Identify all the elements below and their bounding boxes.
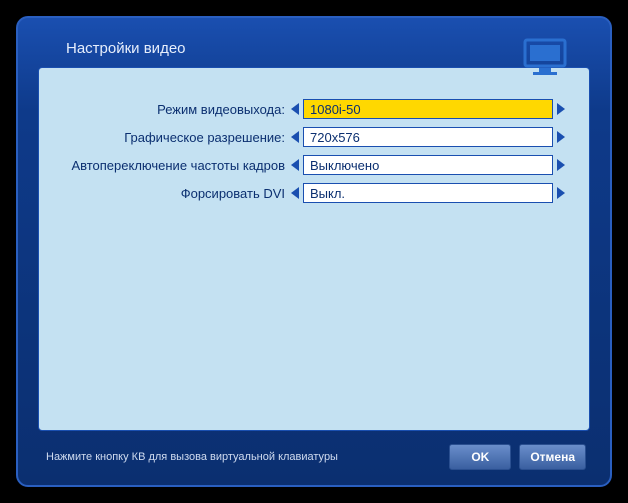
setting-row-video-output-mode: Режим видеовыхода: 1080i-50 bbox=[59, 98, 569, 120]
arrow-right-icon[interactable] bbox=[553, 99, 569, 119]
setting-value[interactable]: Выкл. bbox=[303, 183, 553, 203]
arrow-right-icon[interactable] bbox=[553, 127, 569, 147]
setting-row-auto-framerate: Автопереключение частоты кадров Выключен… bbox=[59, 154, 569, 176]
monitor-icon bbox=[521, 38, 569, 78]
setting-value[interactable]: 1080i-50 bbox=[303, 99, 553, 119]
settings-rows: Режим видеовыхода: 1080i-50 Графическое … bbox=[59, 98, 569, 204]
setting-label: Графическое разрешение: bbox=[59, 130, 287, 145]
footer: Нажмите кнопку КВ для вызова виртуальной… bbox=[38, 431, 590, 471]
arrow-left-icon[interactable] bbox=[287, 99, 303, 119]
settings-panel: Режим видеовыхода: 1080i-50 Графическое … bbox=[38, 67, 590, 431]
setting-label: Форсировать DVI bbox=[59, 186, 287, 201]
page-title: Настройки видео bbox=[66, 40, 590, 57]
setting-row-graphic-resolution: Графическое разрешение: 720x576 bbox=[59, 126, 569, 148]
arrow-left-icon[interactable] bbox=[287, 127, 303, 147]
arrow-right-icon[interactable] bbox=[553, 183, 569, 203]
arrow-left-icon[interactable] bbox=[287, 183, 303, 203]
setting-row-force-dvi: Форсировать DVI Выкл. bbox=[59, 182, 569, 204]
ok-button[interactable]: OK bbox=[449, 444, 511, 470]
cancel-button[interactable]: Отмена bbox=[519, 444, 586, 470]
keyboard-hint: Нажмите кнопку КВ для вызова виртуальной… bbox=[46, 451, 338, 463]
setting-value[interactable]: Выключено bbox=[303, 155, 553, 175]
footer-buttons: OK Отмена bbox=[449, 444, 586, 470]
setting-label: Автопереключение частоты кадров bbox=[59, 158, 287, 173]
setting-value[interactable]: 720x576 bbox=[303, 127, 553, 147]
setting-label: Режим видеовыхода: bbox=[59, 102, 287, 117]
arrow-right-icon[interactable] bbox=[553, 155, 569, 175]
settings-window: Настройки видео Режим видеовыхода: 1080i… bbox=[16, 16, 612, 487]
arrow-left-icon[interactable] bbox=[287, 155, 303, 175]
